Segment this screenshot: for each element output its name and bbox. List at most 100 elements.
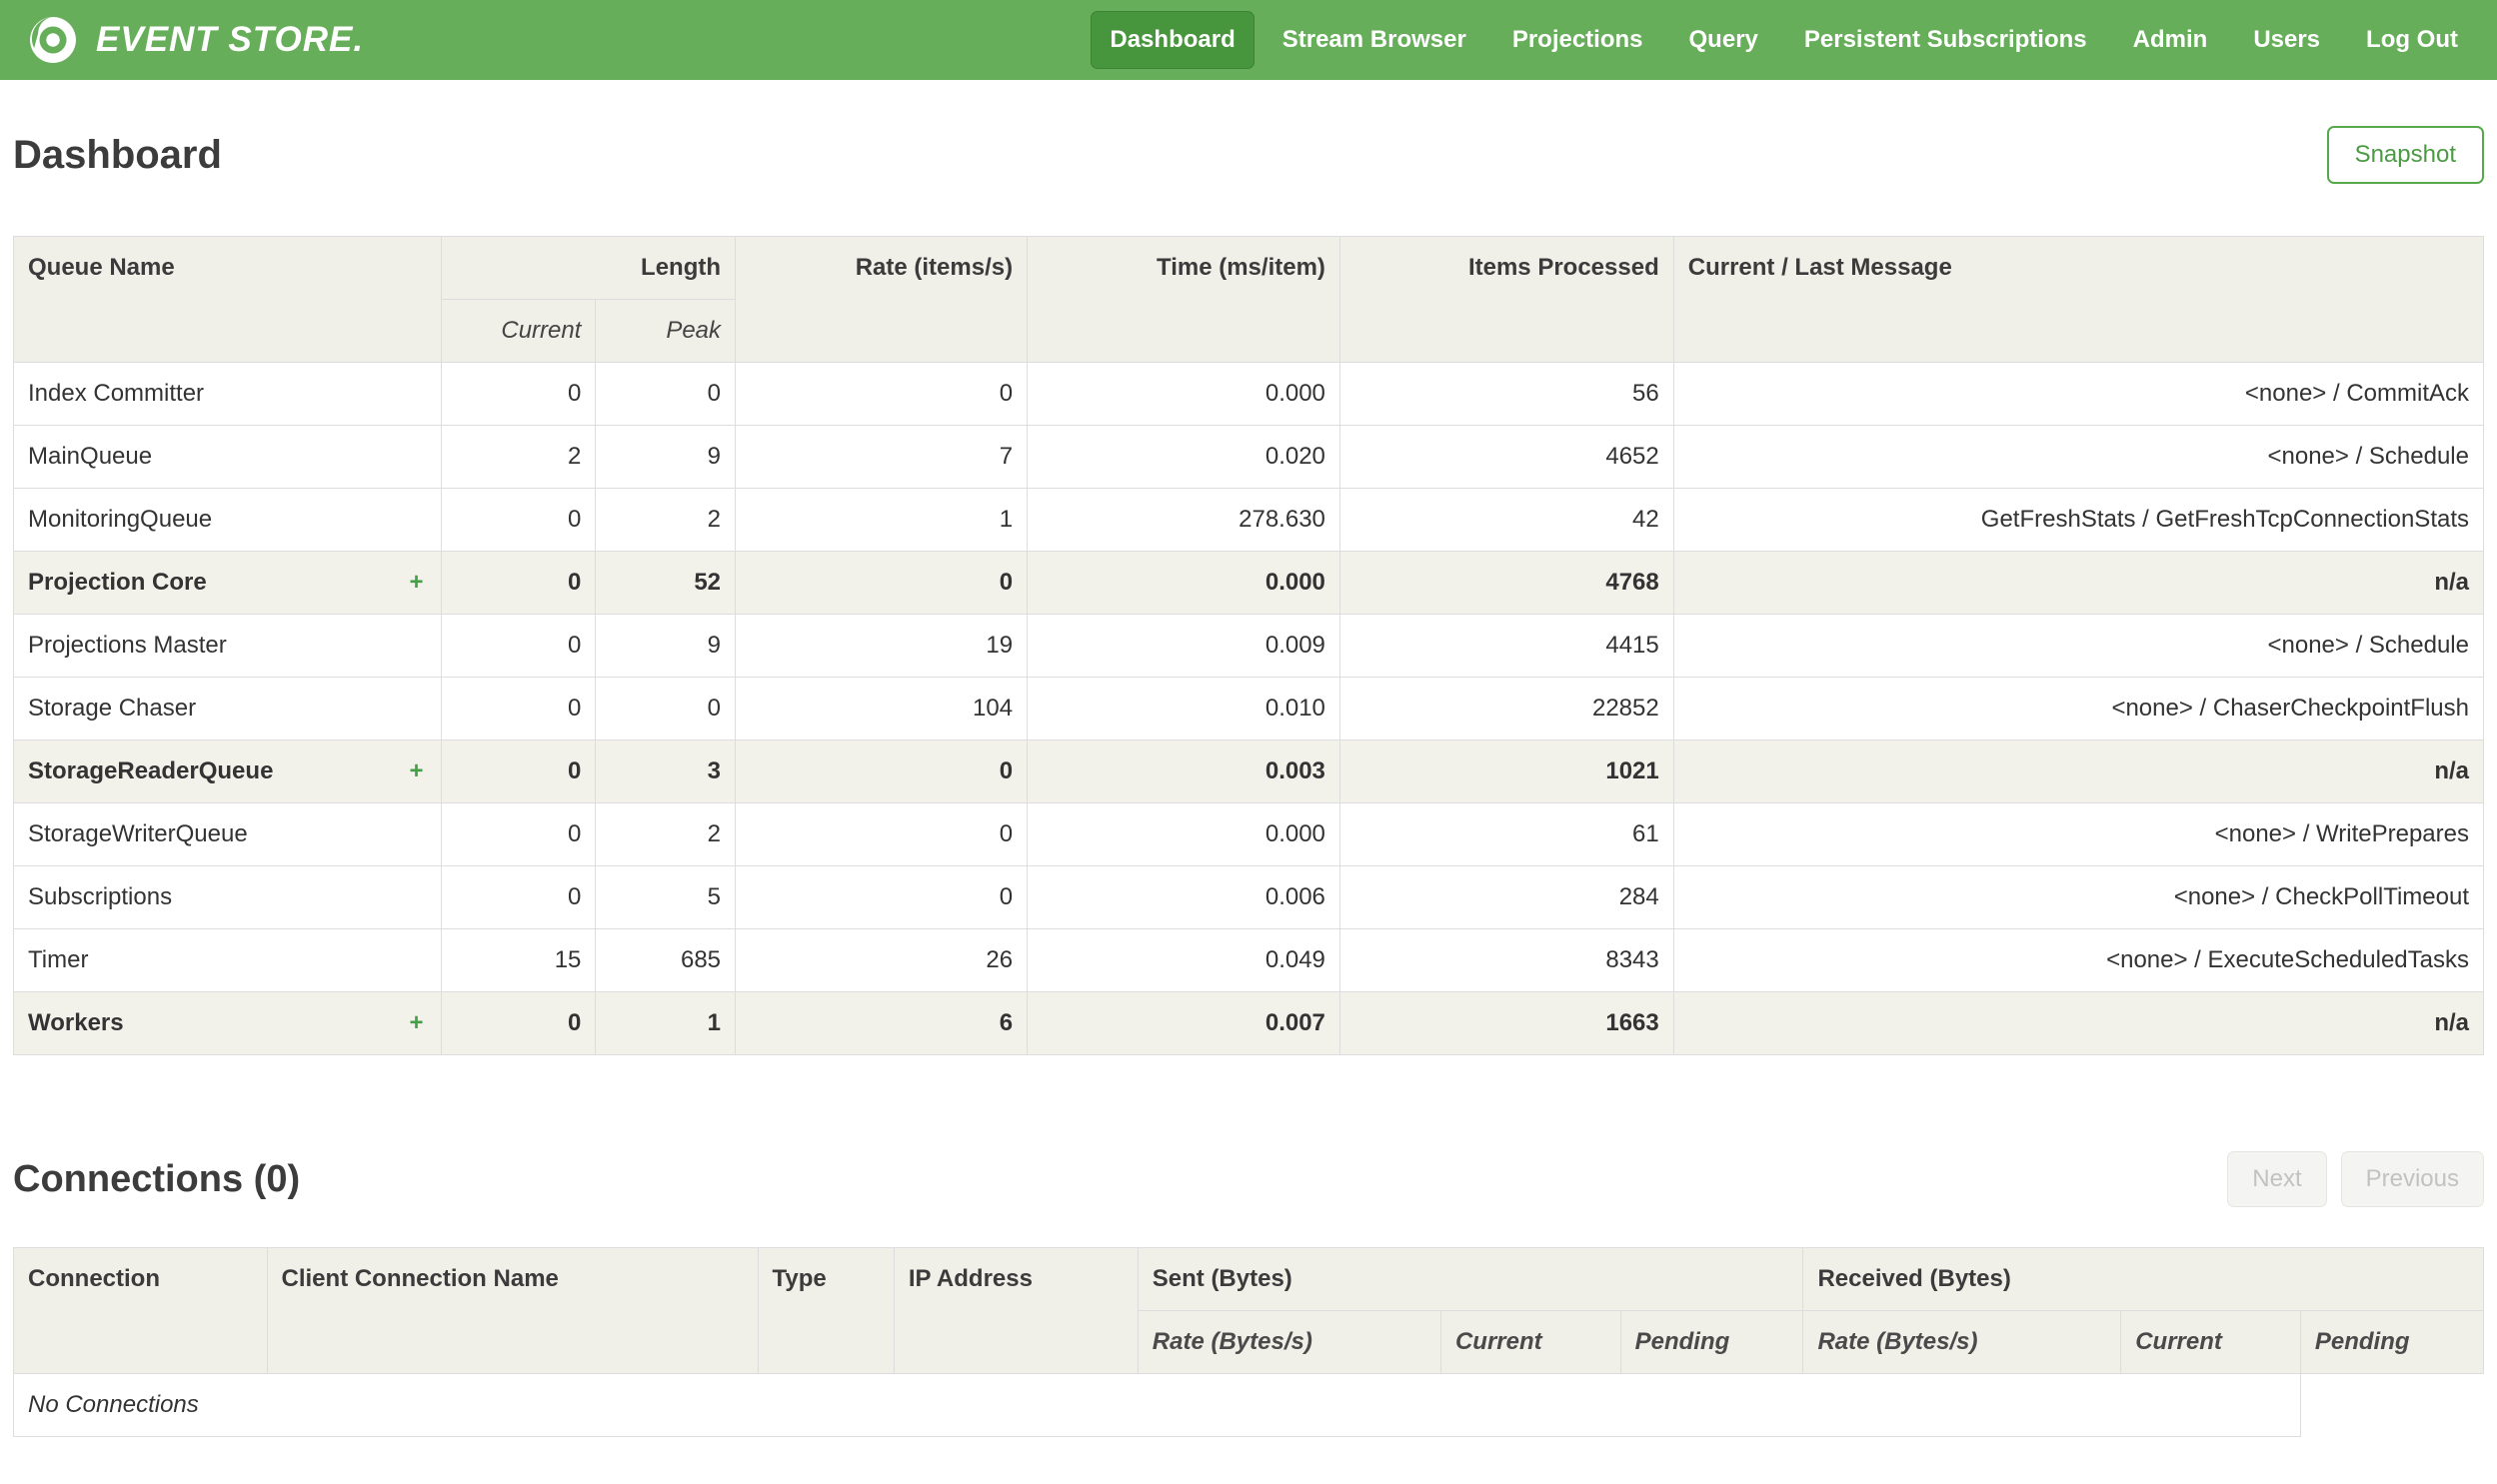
col-header-peak: Peak bbox=[595, 299, 737, 363]
queue-time-cell: 0.009 bbox=[1027, 614, 1340, 678]
queue-message-cell: <none> / CheckPollTimeout bbox=[1672, 865, 2485, 929]
queue-peak-cell: 2 bbox=[595, 488, 737, 552]
queue-name-cell: Projection Core + bbox=[12, 551, 443, 615]
snapshot-button[interactable]: Snapshot bbox=[2326, 126, 2484, 184]
queue-items-cell: 4768 bbox=[1338, 551, 1674, 615]
queue-time-cell: 0.000 bbox=[1027, 551, 1340, 615]
col-header-sent: Sent (Bytes) bbox=[1137, 1247, 1804, 1311]
queue-peak-cell: 0 bbox=[595, 362, 737, 426]
queue-name: Workers bbox=[28, 1009, 124, 1036]
no-connections-message: No Connections bbox=[13, 1373, 2301, 1437]
queue-name-cell: Subscriptions bbox=[12, 865, 443, 929]
expand-queue-button[interactable]: + bbox=[405, 1008, 427, 1038]
queue-name-cell: Timer bbox=[12, 928, 443, 992]
col-header-message: Current / Last Message bbox=[1672, 236, 2485, 363]
queue-current-cell: 0 bbox=[441, 488, 597, 552]
queue-peak-cell: 3 bbox=[595, 740, 737, 803]
col-header-received-pending: Pending bbox=[2299, 1310, 2485, 1374]
queue-row: MainQueue 2 9 7 0.020 4652 <none> / Schedule bbox=[12, 425, 2485, 489]
queue-name: Timer bbox=[28, 946, 89, 973]
connections-table-head: Connection Client Connection Name Type I… bbox=[13, 1247, 2485, 1374]
queue-rate-cell: 0 bbox=[735, 740, 1029, 803]
queue-name-cell: StorageWriterQueue bbox=[12, 802, 443, 866]
queue-message-cell: <none> / Schedule bbox=[1672, 425, 2485, 489]
queue-name: StorageWriterQueue bbox=[28, 820, 248, 847]
queue-name: Storage Chaser bbox=[28, 695, 197, 722]
queue-name: Projections Master bbox=[28, 632, 227, 659]
queue-time-cell: 0.003 bbox=[1027, 740, 1340, 803]
queue-rate-cell: 1 bbox=[735, 488, 1029, 552]
queue-time-cell: 0.049 bbox=[1027, 928, 1340, 992]
queue-rate-cell: 26 bbox=[735, 928, 1029, 992]
nav-item-users[interactable]: Users bbox=[2235, 12, 2338, 68]
queue-items-cell: 1021 bbox=[1338, 740, 1674, 803]
queue-items-cell: 1663 bbox=[1338, 991, 1674, 1055]
queue-name-cell: Projections Master bbox=[12, 614, 443, 678]
queue-name: Index Committer bbox=[28, 380, 205, 407]
queue-name: Subscriptions bbox=[28, 883, 173, 910]
page-title: Dashboard bbox=[13, 132, 222, 177]
queue-current-cell: 0 bbox=[441, 362, 597, 426]
queue-row: StorageReaderQueue +0 3 0 0.003 1021 n/a bbox=[12, 740, 2485, 803]
expand-queue-button[interactable]: + bbox=[405, 568, 427, 598]
connections-title: Connections (0) bbox=[13, 1157, 301, 1200]
nav-item-projections[interactable]: Projections bbox=[1494, 12, 1661, 68]
queue-current-cell: 0 bbox=[441, 740, 597, 803]
queue-items-cell: 22852 bbox=[1338, 677, 1674, 741]
queue-message-cell: n/a bbox=[1672, 991, 2485, 1055]
queue-items-cell: 56 bbox=[1338, 362, 1674, 426]
col-header-current: Current bbox=[441, 299, 597, 363]
queue-items-cell: 4415 bbox=[1338, 614, 1674, 678]
queue-current-cell: 0 bbox=[441, 614, 597, 678]
queue-items-cell: 61 bbox=[1338, 802, 1674, 866]
col-header-sent-current: Current bbox=[1439, 1310, 1621, 1374]
queue-message-cell: GetFreshStats / GetFreshTcpConnectionSta… bbox=[1672, 488, 2485, 552]
nav-item-query[interactable]: Query bbox=[1671, 12, 1776, 68]
queue-current-cell: 15 bbox=[441, 928, 597, 992]
queue-row: Subscriptions 0 5 0 0.006 284 <none> / CheckPo… bbox=[12, 865, 2485, 929]
col-header-ip-address: IP Address bbox=[893, 1247, 1139, 1374]
no-connections-row: No Connections bbox=[13, 1373, 2484, 1437]
col-header-sent-rate: Rate (Bytes/s) bbox=[1137, 1310, 1441, 1374]
queue-message-cell: <none> / ChaserCheckpointFlush bbox=[1672, 677, 2485, 741]
previous-button[interactable]: Previous bbox=[2340, 1151, 2484, 1207]
expand-queue-button[interactable]: + bbox=[405, 756, 427, 786]
queues-table: Queue Name Length Rate (items/s) Time (m… bbox=[12, 236, 2485, 1055]
queue-name: Projection Core bbox=[28, 569, 207, 596]
queue-time-cell: 0.007 bbox=[1027, 991, 1340, 1055]
nav-item-dashboard[interactable]: Dashboard bbox=[1091, 11, 1254, 69]
nav-item-persistent-subscriptions[interactable]: Persistent Subscriptions bbox=[1786, 12, 2105, 68]
queue-peak-cell: 1 bbox=[595, 991, 737, 1055]
col-header-items-processed: Items Processed bbox=[1338, 236, 1674, 363]
queues-table-head: Queue Name Length Rate (items/s) Time (m… bbox=[12, 236, 2485, 363]
queue-time-cell: 0.010 bbox=[1027, 677, 1340, 741]
queue-name: MonitoringQueue bbox=[28, 506, 213, 533]
nav-item-admin[interactable]: Admin bbox=[2115, 12, 2226, 68]
queue-row: Projections Master 0 9 19 0.009 4415 <none> / … bbox=[12, 614, 2485, 678]
page-header: Dashboard Snapshot bbox=[13, 126, 2484, 184]
brand-name: EVENT STORE. bbox=[96, 20, 365, 59]
queue-rate-cell: 19 bbox=[735, 614, 1029, 678]
queue-peak-cell: 685 bbox=[595, 928, 737, 992]
queue-rate-cell: 0 bbox=[735, 802, 1029, 866]
queue-items-cell: 284 bbox=[1338, 865, 1674, 929]
nav-item-stream-browser[interactable]: Stream Browser bbox=[1264, 12, 1484, 68]
queue-name-cell: Workers + bbox=[12, 991, 443, 1055]
queue-message-cell: <none> / CommitAck bbox=[1672, 362, 2485, 426]
top-navbar: EVENT STORE. Dashboard Stream Browser Proj… bbox=[0, 0, 2497, 80]
empty-cell bbox=[2300, 1374, 2483, 1437]
queue-current-cell: 2 bbox=[441, 425, 597, 489]
next-button[interactable]: Next bbox=[2227, 1151, 2327, 1207]
queue-current-cell: 0 bbox=[441, 991, 597, 1055]
queue-name-cell: Storage Chaser bbox=[12, 677, 443, 741]
queue-message-cell: <none> / Schedule bbox=[1672, 614, 2485, 678]
queue-name-cell: StorageReaderQueue + bbox=[12, 740, 443, 803]
queue-name: MainQueue bbox=[28, 443, 153, 470]
nav-item-log-out[interactable]: Log Out bbox=[2348, 12, 2476, 68]
queue-rate-cell: 0 bbox=[735, 362, 1029, 426]
queue-name: StorageReaderQueue bbox=[28, 757, 274, 784]
nav-items: Dashboard Stream Browser Projections Query P… bbox=[1091, 11, 2476, 69]
queue-message-cell: <none> / ExecuteScheduledTasks bbox=[1672, 928, 2485, 992]
connections-header: Connections (0) Next Previous bbox=[13, 1151, 2484, 1207]
queue-items-cell: 42 bbox=[1338, 488, 1674, 552]
